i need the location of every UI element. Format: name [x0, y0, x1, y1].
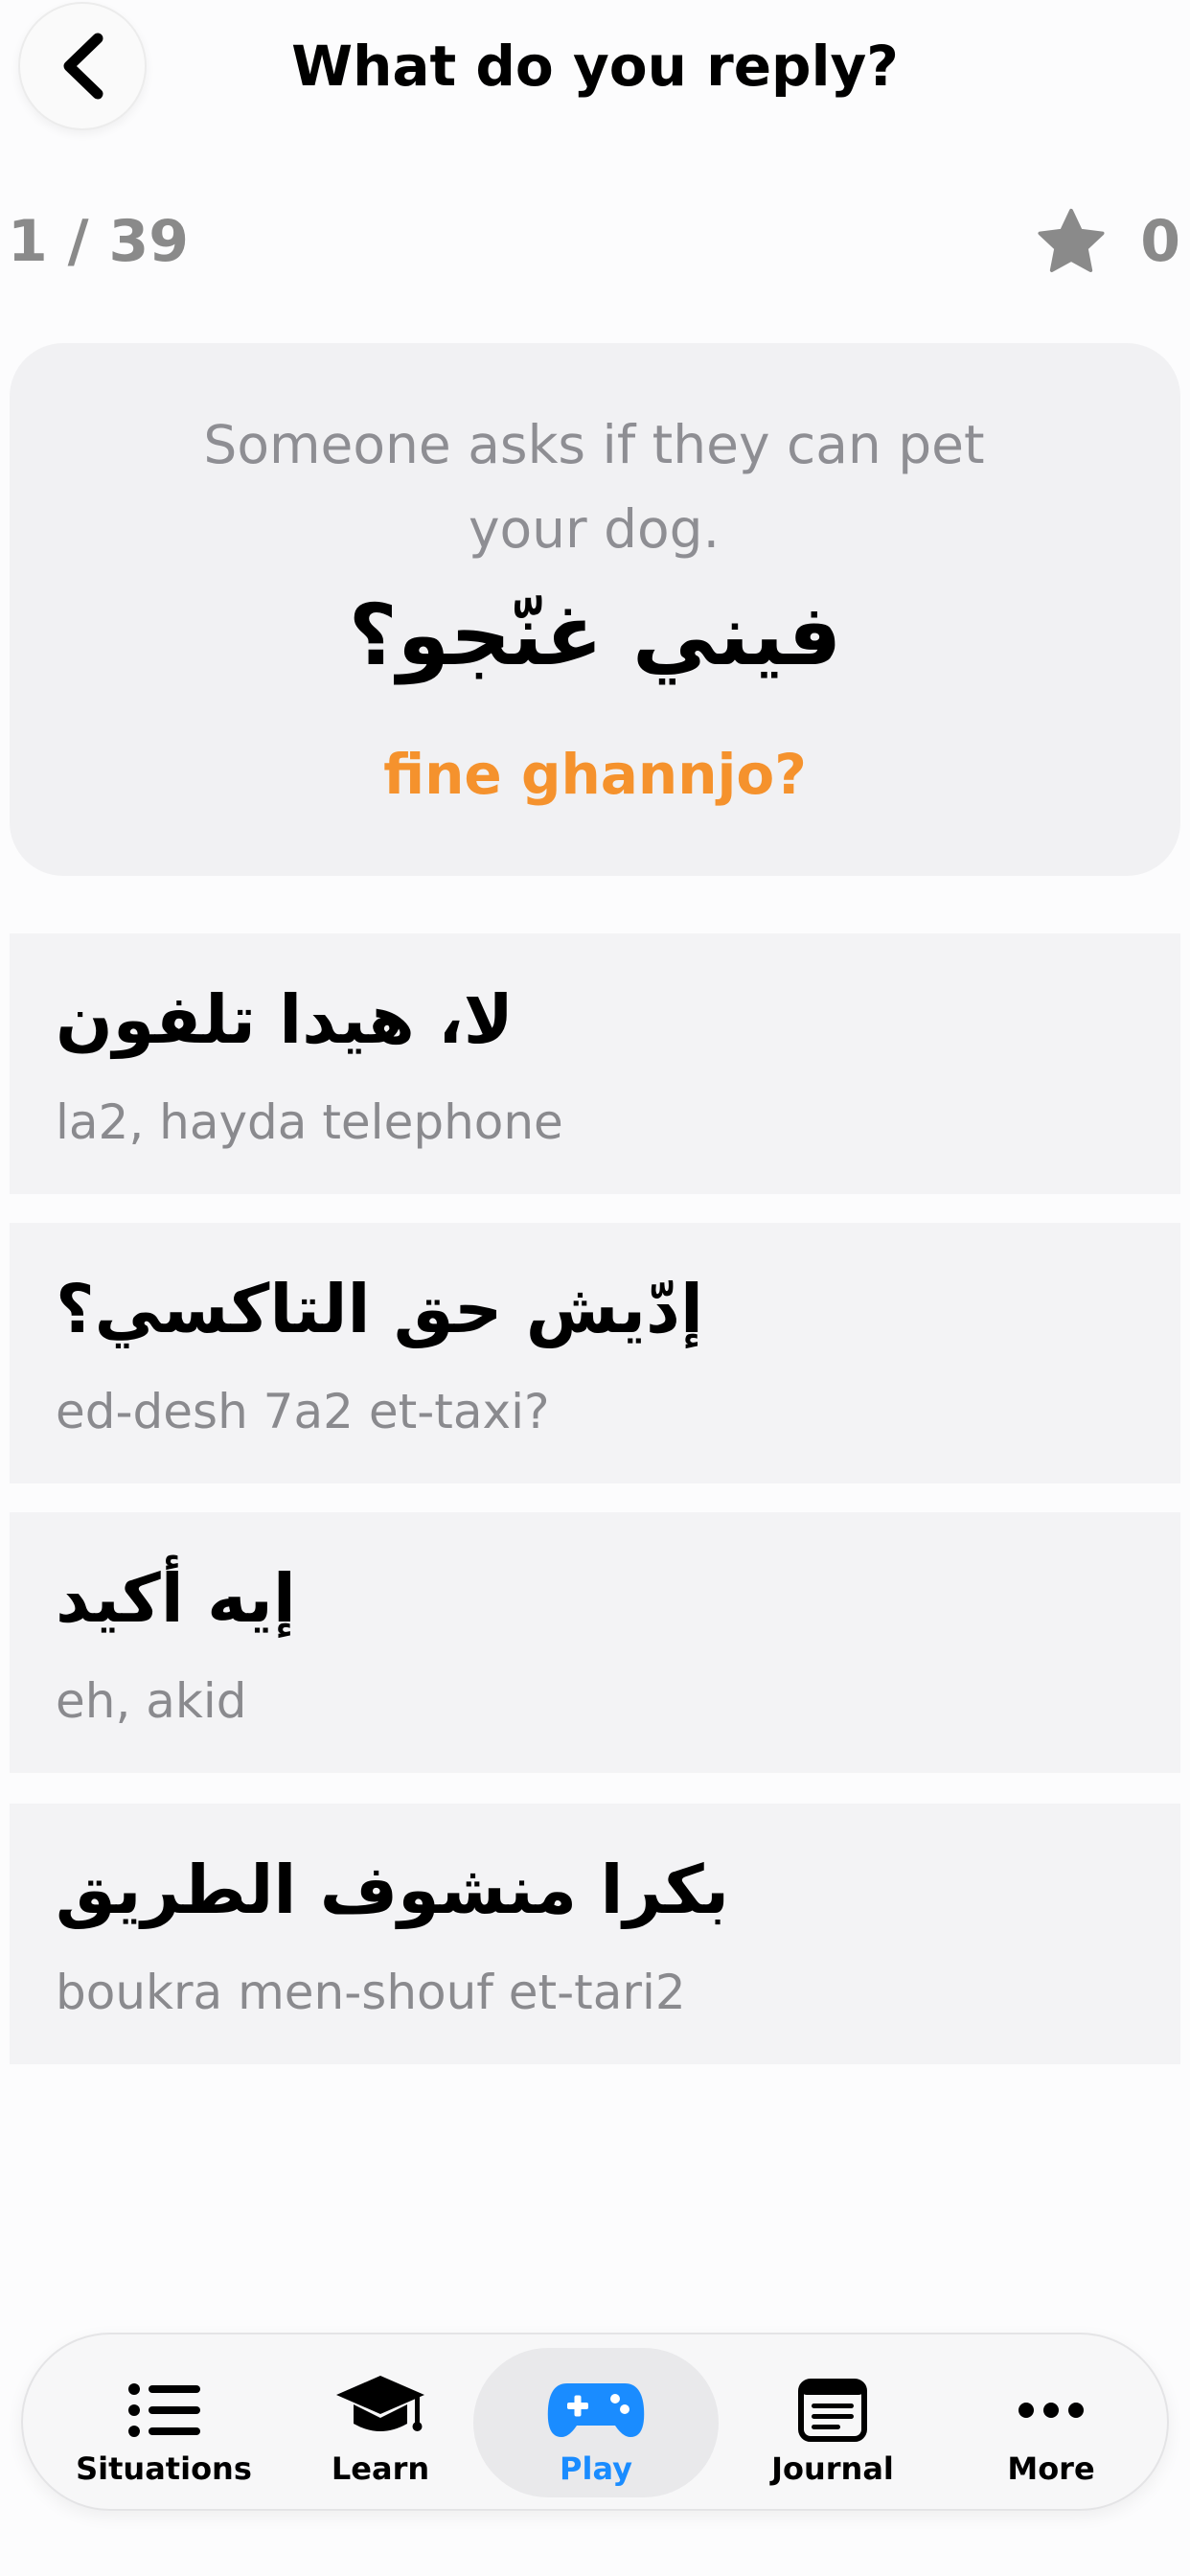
tab-label: More: [1007, 2450, 1095, 2487]
home-indicator: [0, 2564, 1190, 2576]
tab-play[interactable]: Play: [473, 2348, 719, 2497]
tab-more[interactable]: More: [941, 2348, 1161, 2497]
tab-label: Journal: [771, 2450, 894, 2487]
list-icon: [128, 2383, 200, 2437]
prompt-arabic-phrase: فيني غنّجو؟: [348, 586, 842, 684]
ellipsis-icon: [1018, 2403, 1084, 2418]
answer-option-1[interactable]: لا، هيدا تلفون la2, hayda telephone: [10, 933, 1180, 1194]
graduation-cap-icon: [336, 2376, 424, 2431]
option-arabic: بكرا منشوف الطريق: [56, 1851, 730, 1929]
bottom-tab-bar: Situations Learn Play Journal More: [21, 2333, 1169, 2511]
option-arabic: إيه أكيد: [56, 1559, 296, 1638]
answer-option-3[interactable]: إيه أكيد eh, akid: [10, 1512, 1180, 1773]
score-value: 0: [1140, 208, 1180, 275]
answer-option-2[interactable]: إدّيش حق التاكسي؟ ed-desh 7a2 et-taxi?: [10, 1223, 1180, 1484]
tab-label: Learn: [331, 2450, 430, 2487]
gamepad-icon: [547, 2383, 645, 2437]
option-transliteration: la2, hayda telephone: [56, 1094, 563, 1150]
option-arabic: إدّيش حق التاكسي؟: [56, 1270, 703, 1348]
option-transliteration: ed-desh 7a2 et-taxi?: [56, 1384, 550, 1439]
page-title: What do you reply?: [291, 34, 899, 99]
tab-learn[interactable]: Learn: [270, 2348, 491, 2497]
answer-option-4[interactable]: بكرا منشوف الطريق boukra men-shouf et-ta…: [10, 1804, 1180, 2064]
tab-situations[interactable]: Situations: [54, 2348, 274, 2497]
tab-label: Play: [560, 2450, 632, 2487]
score-display: 0: [1035, 203, 1180, 280]
tab-journal[interactable]: Journal: [722, 2348, 943, 2497]
tab-label: Situations: [76, 2450, 252, 2487]
option-arabic: لا، هيدا تلفون: [56, 980, 514, 1059]
star-icon: [1038, 208, 1105, 272]
prompt-card: Someone asks if they can pet your dog. ف…: [10, 343, 1180, 876]
question-progress: 1 / 39: [8, 208, 189, 275]
prompt-situation: Someone asks if they can pet your dog.: [203, 414, 985, 560]
option-transliteration: eh, akid: [56, 1673, 247, 1729]
journal-icon: [798, 2379, 867, 2442]
option-transliteration: boukra men-shouf et-tari2: [56, 1965, 686, 2020]
prompt-transliteration: fine ghannjo?: [383, 742, 807, 807]
